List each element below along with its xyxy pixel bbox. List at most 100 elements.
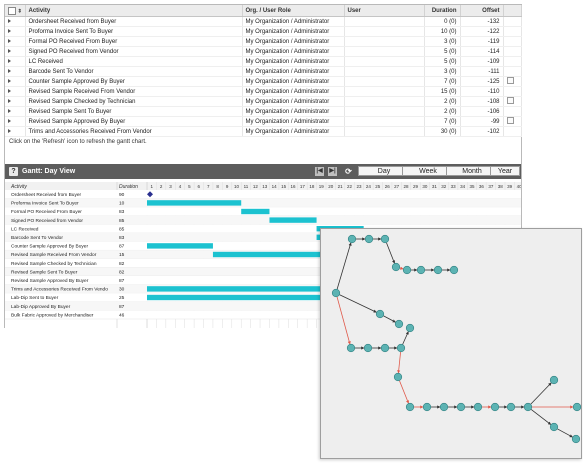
header-user[interactable]: User bbox=[344, 5, 425, 17]
cell-user bbox=[344, 46, 425, 57]
table-row[interactable]: Revised Sample Approved By Buyer My Orga… bbox=[5, 116, 522, 127]
select-all-header[interactable]: ⇕ bbox=[5, 5, 26, 17]
table-header: ⇕ Activity Org. / User Role User Duratio… bbox=[5, 5, 522, 17]
cell-activity: Revised Sample Approved By Buyer bbox=[25, 116, 243, 127]
row-expander[interactable] bbox=[5, 36, 26, 47]
expand-arrow-icon[interactable] bbox=[8, 98, 11, 103]
network-edge bbox=[383, 315, 396, 323]
gantt-row-activity: Ordersheet Received from Buyer bbox=[11, 192, 82, 198]
expand-arrow-icon[interactable] bbox=[8, 128, 11, 133]
network-edge bbox=[336, 296, 351, 345]
row-expander[interactable] bbox=[5, 56, 26, 67]
network-edge bbox=[402, 331, 409, 345]
cell-activity: Signed PO Received from Vendor bbox=[25, 46, 243, 57]
network-edge bbox=[530, 409, 552, 425]
cell-duration: 7 (0) bbox=[424, 116, 461, 127]
table-row[interactable]: Counter Sample Approved By Buyer My Orga… bbox=[5, 76, 522, 87]
cell-duration: 3 (0) bbox=[424, 66, 461, 77]
row-expander[interactable] bbox=[5, 96, 26, 107]
network-node bbox=[490, 402, 500, 412]
network-node bbox=[433, 265, 443, 275]
gantt-title: Gantt: Day View bbox=[22, 168, 76, 175]
cell-role: My Organization / Administrator bbox=[242, 76, 345, 87]
expand-arrow-icon[interactable] bbox=[8, 28, 11, 33]
row-expander[interactable] bbox=[5, 46, 26, 57]
expand-arrow-icon[interactable] bbox=[8, 48, 11, 53]
row-expander[interactable] bbox=[5, 116, 26, 127]
row-expander[interactable] bbox=[5, 106, 26, 117]
day-tick-label: 24 bbox=[366, 184, 372, 189]
table-row[interactable]: Signed PO Received from Vendor My Organi… bbox=[5, 46, 522, 57]
day-tick-label: 37 bbox=[488, 184, 494, 189]
cell-duration: 0 (0) bbox=[424, 16, 461, 27]
expand-arrow-icon[interactable] bbox=[8, 118, 11, 123]
last-page-icon[interactable]: ▶| bbox=[328, 167, 337, 176]
gantt-row-duration: 87 bbox=[119, 244, 125, 250]
table-row[interactable]: Proforma Invoice Sent To Buyer My Organi… bbox=[5, 26, 522, 37]
day-tick-label: 13 bbox=[262, 184, 268, 189]
row-expander[interactable] bbox=[5, 76, 26, 87]
cell-doc[interactable] bbox=[503, 76, 522, 87]
cell-doc[interactable] bbox=[503, 96, 522, 107]
header-offset[interactable]: Offset bbox=[460, 5, 504, 17]
cell-activity: Proforma Invoice Sent To Buyer bbox=[25, 26, 243, 37]
day-tick-label: 27 bbox=[394, 184, 400, 189]
cell-offset: -102 bbox=[460, 126, 504, 137]
row-expander[interactable] bbox=[5, 86, 26, 97]
cell-doc[interactable] bbox=[503, 116, 522, 127]
expand-arrow-icon[interactable] bbox=[8, 38, 11, 43]
cell-user bbox=[344, 66, 425, 77]
cell-role: My Organization / Administrator bbox=[242, 66, 345, 77]
row-expander[interactable] bbox=[5, 16, 26, 27]
cell-doc bbox=[503, 46, 522, 57]
cell-user bbox=[344, 36, 425, 47]
table-row[interactable]: LC Received My Organization / Administra… bbox=[5, 56, 522, 67]
cell-duration: 15 (0) bbox=[424, 86, 461, 97]
table-row[interactable]: Trims and Accessories Received From Vend… bbox=[5, 126, 522, 137]
cell-activity: Revised Sample Received From Vendor bbox=[25, 86, 243, 97]
table-row[interactable]: Revised Sample Sent To Buyer My Organiza… bbox=[5, 106, 522, 117]
cell-duration: 5 (0) bbox=[424, 56, 461, 67]
cell-offset: -122 bbox=[460, 26, 504, 37]
day-tick-label: 22 bbox=[347, 184, 353, 189]
cell-user bbox=[344, 16, 425, 27]
select-all-checkbox[interactable] bbox=[8, 6, 16, 15]
header-activity[interactable]: Activity bbox=[25, 5, 243, 17]
expand-arrow-icon[interactable] bbox=[8, 68, 11, 73]
network-node bbox=[331, 288, 341, 298]
row-expander[interactable] bbox=[5, 26, 26, 37]
table-row[interactable]: Barcode Sent To Vendor My Organization /… bbox=[5, 66, 522, 77]
table-row[interactable]: Formal PO Received From Buyer My Organiz… bbox=[5, 36, 522, 47]
year-view-button[interactable]: Year bbox=[490, 166, 520, 176]
gantt-duration-header: Duration bbox=[119, 184, 138, 190]
document-icon[interactable] bbox=[506, 117, 514, 124]
gantt-row-activity: Lab-Dip Approved By Buyer bbox=[11, 304, 71, 310]
day-tick-label: 23 bbox=[356, 184, 362, 189]
help-icon[interactable]: ? bbox=[9, 167, 18, 176]
network-node bbox=[405, 323, 415, 333]
expand-arrow-icon[interactable] bbox=[8, 108, 11, 113]
row-expander[interactable] bbox=[5, 66, 26, 77]
table-row[interactable]: Revised Sample Received From Vendor My O… bbox=[5, 86, 522, 97]
network-node bbox=[346, 343, 356, 353]
expand-arrow-icon[interactable] bbox=[8, 78, 11, 83]
table-row[interactable]: Ordersheet Received from Buyer My Organi… bbox=[5, 16, 522, 27]
refresh-icon[interactable]: ⟳ bbox=[344, 167, 353, 176]
document-icon[interactable] bbox=[506, 77, 514, 84]
gantt-row-activity: Trims and Accessories Received From Vend… bbox=[11, 287, 108, 293]
expand-arrow-icon[interactable] bbox=[8, 58, 11, 63]
expand-arrow-icon[interactable] bbox=[8, 88, 11, 93]
first-page-icon[interactable]: |◀ bbox=[315, 167, 324, 176]
header-role[interactable]: Org. / User Role bbox=[242, 5, 345, 17]
day-tick-label: 17 bbox=[300, 184, 306, 189]
cell-offset: -110 bbox=[460, 86, 504, 97]
table-row[interactable]: Revised Sample Checked by Technician My … bbox=[5, 96, 522, 107]
cell-duration: 3 (0) bbox=[424, 36, 461, 47]
document-icon[interactable] bbox=[506, 97, 514, 104]
network-node bbox=[375, 309, 385, 319]
row-expander[interactable] bbox=[5, 126, 26, 137]
network-node bbox=[439, 402, 449, 412]
expand-arrow-icon[interactable] bbox=[8, 18, 11, 23]
network-node bbox=[363, 343, 373, 353]
header-duration[interactable]: Duration bbox=[424, 5, 461, 17]
